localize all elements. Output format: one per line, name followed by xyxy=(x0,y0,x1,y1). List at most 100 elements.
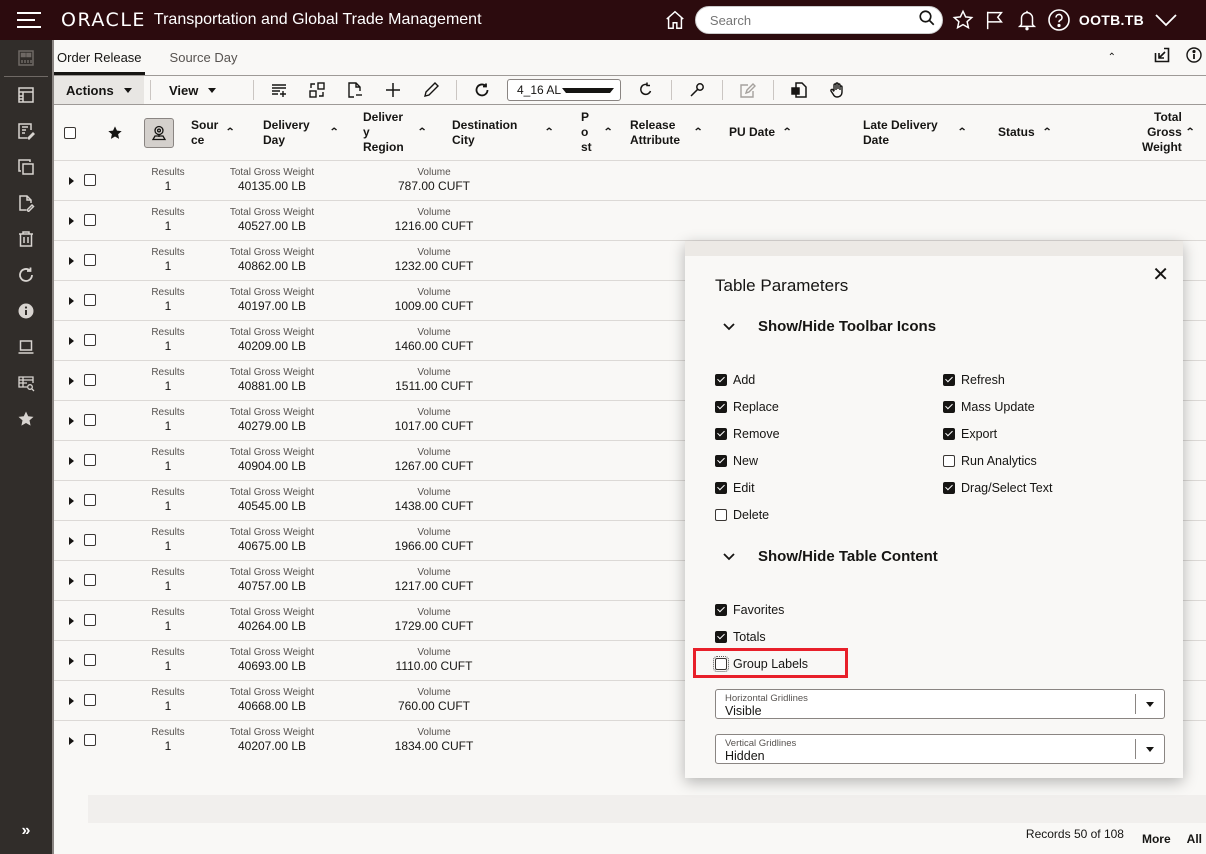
expand-row-icon[interactable] xyxy=(69,457,74,465)
sort-icon[interactable]: ⌃︎ xyxy=(782,125,792,140)
row-checkbox[interactable] xyxy=(84,214,96,226)
mass-update-icon[interactable] xyxy=(729,76,767,104)
checkbox-box[interactable] xyxy=(943,455,955,467)
chevron-down-icon[interactable] xyxy=(1150,4,1182,36)
wrench-icon[interactable] xyxy=(678,76,716,104)
row-checkbox[interactable] xyxy=(84,694,96,706)
help-icon[interactable] xyxy=(1043,4,1075,36)
expand-row-icon[interactable] xyxy=(69,417,74,425)
tab-order-release[interactable]: Order Release xyxy=(54,50,145,75)
checkbox-totals[interactable]: Totals xyxy=(715,630,766,644)
checkbox-box[interactable] xyxy=(715,482,727,494)
view-menu-button[interactable]: View xyxy=(157,76,247,104)
expand-row-icon[interactable] xyxy=(69,377,74,385)
checkbox-box[interactable] xyxy=(715,631,727,643)
edit-document-icon[interactable] xyxy=(0,185,52,221)
map-button[interactable] xyxy=(144,117,174,148)
export-icon[interactable] xyxy=(780,76,818,104)
checkbox-remove[interactable]: Remove xyxy=(715,427,780,441)
trash-icon[interactable] xyxy=(0,221,52,257)
checkbox-run-analytics[interactable]: Run Analytics xyxy=(943,454,1037,468)
flag-icon[interactable] xyxy=(979,4,1011,36)
table-search-icon[interactable] xyxy=(0,365,52,401)
row-checkbox[interactable] xyxy=(84,654,96,666)
row-checkbox[interactable] xyxy=(84,574,96,586)
checkbox-box[interactable] xyxy=(715,401,727,413)
checkbox-export[interactable]: Export xyxy=(943,427,997,441)
star-icon[interactable] xyxy=(0,401,52,437)
expand-row-icon[interactable] xyxy=(69,177,74,185)
column-header-pu-date[interactable]: PU Date ⌃︎ xyxy=(729,125,792,140)
expand-sidebar-button[interactable]: » xyxy=(0,822,52,840)
checkbox-edit[interactable]: Edit xyxy=(715,481,755,495)
info-icon[interactable] xyxy=(1186,46,1202,68)
column-header-status[interactable]: Status ⌃︎ xyxy=(998,125,1052,140)
sort-icon[interactable]: ⌃︎ xyxy=(545,125,555,140)
expand-row-icon[interactable] xyxy=(69,737,74,745)
horizontal-scrollbar[interactable] xyxy=(88,795,1206,823)
more-link[interactable]: More xyxy=(1142,832,1171,846)
checkbox-box[interactable] xyxy=(715,428,727,440)
refresh-icon[interactable] xyxy=(463,76,501,104)
column-header-source[interactable]: Sour ce ⌃︎ xyxy=(191,118,236,148)
replace-icon[interactable] xyxy=(298,76,336,104)
checkbox-box[interactable] xyxy=(943,482,955,494)
copy-icon[interactable] xyxy=(0,149,52,185)
refresh-icon[interactable] xyxy=(0,257,52,293)
row-checkbox[interactable] xyxy=(84,734,96,746)
collapse-icon[interactable]: ⌃︎ xyxy=(1108,52,1116,63)
expand-row-icon[interactable] xyxy=(69,657,74,665)
checkbox-replace[interactable]: Replace xyxy=(715,400,779,414)
row-checkbox[interactable] xyxy=(84,534,96,546)
add-row-icon[interactable] xyxy=(260,76,298,104)
bell-icon[interactable] xyxy=(1011,4,1043,36)
checkbox-drag-select-text[interactable]: Drag/Select Text xyxy=(943,481,1052,495)
sort-icon[interactable]: ⌃︎ xyxy=(603,125,613,140)
checkbox-add[interactable]: Add xyxy=(715,373,755,387)
row-checkbox[interactable] xyxy=(84,334,96,346)
sort-icon[interactable]: ⌃︎ xyxy=(957,125,967,140)
checkbox-box[interactable] xyxy=(715,374,727,386)
table-row[interactable]: Results 1 Total Gross Weight 40135.00 LB Vol… xyxy=(54,161,1206,201)
column-header-destination-city[interactable]: Destination City ⌃︎ xyxy=(452,118,555,148)
hamburger-menu-icon[interactable] xyxy=(17,12,41,28)
reload-icon[interactable] xyxy=(627,76,665,104)
sort-icon[interactable]: ⌃︎ xyxy=(1185,125,1195,140)
dashboard-icon[interactable] xyxy=(0,40,52,76)
remove-document-icon[interactable] xyxy=(336,76,374,104)
layout-icon[interactable] xyxy=(0,77,52,113)
expand-row-icon[interactable] xyxy=(69,257,74,265)
expand-row-icon[interactable] xyxy=(69,217,74,225)
favorites-star-icon[interactable] xyxy=(107,125,123,141)
saved-query-select[interactable]: 4_16 ALL | O( xyxy=(507,79,621,101)
tab-source-day[interactable]: Source Day xyxy=(167,50,241,75)
horizontal-gridlines-select[interactable]: Horizontal Gridlines Visible xyxy=(715,689,1165,719)
row-checkbox[interactable] xyxy=(84,294,96,306)
column-header-post[interactable]: Po st ⌃︎ xyxy=(581,110,613,155)
user-name[interactable]: OOTB.TB xyxy=(1079,12,1144,28)
edit-icon[interactable] xyxy=(412,76,450,104)
row-checkbox[interactable] xyxy=(84,494,96,506)
sort-icon[interactable]: ⌃︎ xyxy=(329,125,339,140)
actions-menu-button[interactable]: Actions xyxy=(54,76,144,104)
expand-row-icon[interactable] xyxy=(69,617,74,625)
checkbox-box[interactable] xyxy=(715,604,727,616)
sort-icon[interactable]: ⌃︎ xyxy=(1042,125,1052,140)
search-input[interactable] xyxy=(709,12,918,28)
checkbox-mass-update[interactable]: Mass Update xyxy=(943,400,1035,414)
checkbox-box[interactable] xyxy=(943,401,955,413)
checkbox-box[interactable] xyxy=(943,428,955,440)
expand-row-icon[interactable] xyxy=(69,537,74,545)
checkbox-box[interactable] xyxy=(715,509,727,521)
checkbox-new[interactable]: New xyxy=(715,454,758,468)
star-icon[interactable] xyxy=(947,4,979,36)
expand-row-icon[interactable] xyxy=(69,497,74,505)
sort-icon[interactable]: ⌃︎ xyxy=(693,125,703,140)
row-checkbox[interactable] xyxy=(84,414,96,426)
row-checkbox[interactable] xyxy=(84,174,96,186)
row-checkbox[interactable] xyxy=(84,254,96,266)
minimize-icon[interactable] xyxy=(1154,47,1170,68)
expand-row-icon[interactable] xyxy=(69,337,74,345)
info-icon[interactable] xyxy=(0,293,52,329)
toolbar-icons-section-header[interactable]: Show/Hide Toolbar Icons xyxy=(715,318,936,335)
